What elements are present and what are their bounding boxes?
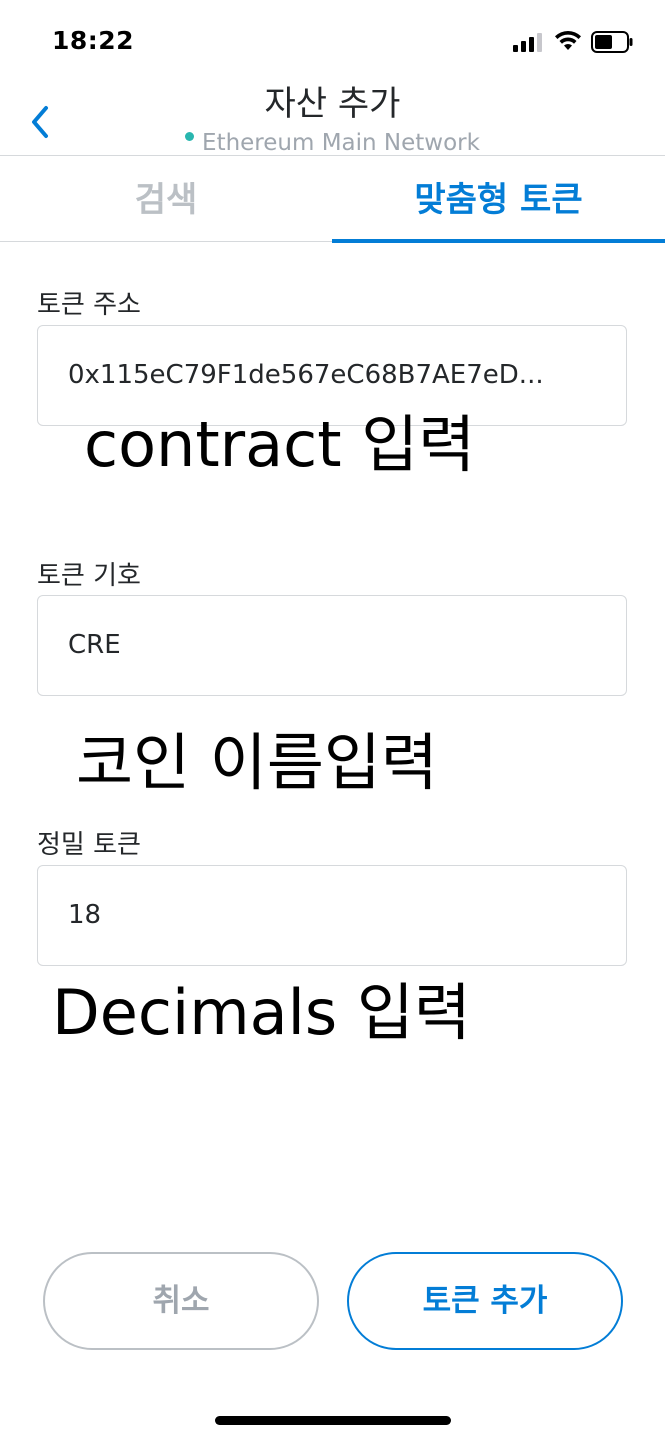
tab-divider xyxy=(0,241,332,242)
page-title: 자산 추가 xyxy=(264,84,401,124)
token-address-label: 토큰 주소 xyxy=(37,290,141,320)
header-divider xyxy=(0,155,665,156)
network-indicator: Ethereum Main Network xyxy=(0,130,665,156)
network-name: Ethereum Main Network xyxy=(202,130,480,156)
wifi-icon xyxy=(555,30,581,50)
add-token-button[interactable]: 토큰 추가 xyxy=(347,1252,623,1350)
token-symbol-label: 토큰 기호 xyxy=(37,561,141,591)
tab-search[interactable]: 검색 xyxy=(0,172,332,242)
token-symbol-input[interactable]: CRE xyxy=(37,595,627,696)
address-hint-annotation: contract 입력 xyxy=(84,408,476,481)
battery-icon xyxy=(591,31,633,53)
token-decimals-label: 정밀 토큰 xyxy=(37,830,141,860)
token-decimals-input[interactable]: 18 xyxy=(37,865,627,966)
tab-custom-token[interactable]: 맞춤형 토큰 xyxy=(332,172,665,242)
status-time: 18:22 xyxy=(52,26,135,55)
symbol-hint-annotation: 코인 이름입력 xyxy=(76,726,438,799)
cellular-signal-icon xyxy=(513,33,542,52)
network-status-dot xyxy=(185,132,195,141)
home-indicator[interactable] xyxy=(215,1416,451,1425)
cancel-button[interactable]: 취소 xyxy=(43,1252,319,1350)
decimals-hint-annotation: Decimals 입력 xyxy=(52,976,471,1049)
active-tab-indicator xyxy=(332,239,665,243)
